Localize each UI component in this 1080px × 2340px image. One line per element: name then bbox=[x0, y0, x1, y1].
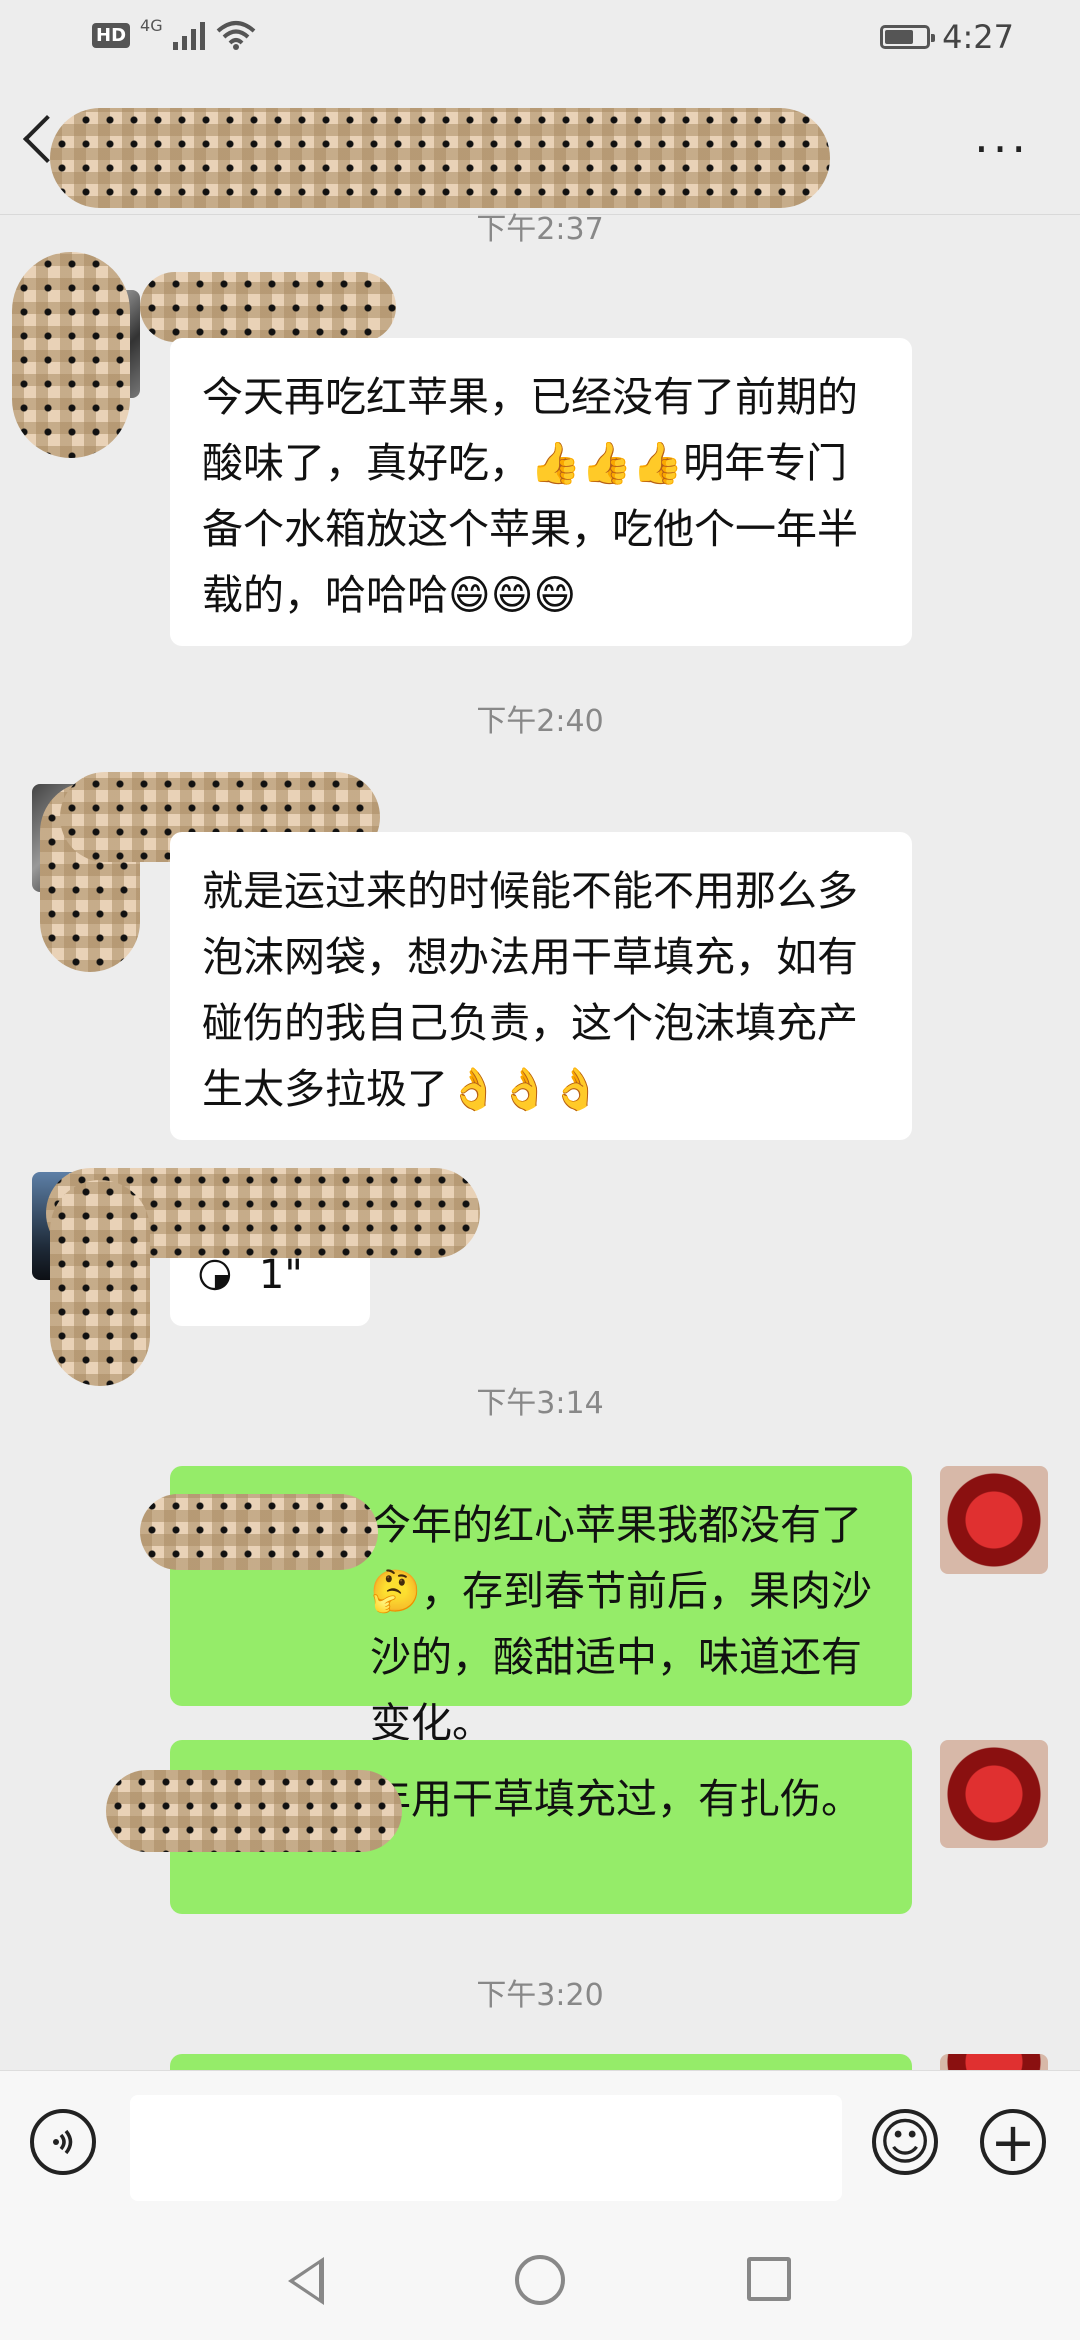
redacted-chat-title bbox=[50, 108, 830, 208]
status-time: 4:27 bbox=[942, 18, 1014, 56]
timestamp: 下午2:40 bbox=[476, 704, 604, 739]
redacted-mention bbox=[106, 1770, 402, 1852]
redacted-mention bbox=[140, 1494, 378, 1570]
redacted-sender-name bbox=[140, 272, 396, 342]
message-text: 就是运过来的时候能不能不用那么多泡沫网袋，想办法用干草填充，如有碰伤的我自己负责… bbox=[202, 867, 858, 1113]
message-bubble[interactable]: 今天再吃红苹果，已经没有了前期的酸味了，真好吃，👍👍👍明年专门备个水箱放这个苹果… bbox=[170, 338, 912, 646]
message-bubble[interactable]: 就是运过来的时候能不能不用那么多泡沫网袋，想办法用干草填充，如有碰伤的我自己负责… bbox=[170, 832, 912, 1140]
my-avatar[interactable] bbox=[940, 1740, 1048, 1848]
add-button[interactable]: + bbox=[980, 2109, 1046, 2175]
timestamp: 下午2:37 bbox=[476, 212, 604, 247]
system-nav-bar bbox=[0, 2215, 1080, 2340]
chat-header: ··· bbox=[0, 84, 1080, 215]
nav-home-icon[interactable] bbox=[515, 2255, 565, 2305]
voice-wave-icon: ◔ bbox=[194, 1257, 241, 1293]
more-options-icon[interactable]: ··· bbox=[974, 126, 1030, 172]
network-type: 4G bbox=[140, 15, 163, 35]
emoji-button[interactable]: ☺ bbox=[872, 2109, 938, 2175]
message-text: 年用干草填充过，有扎伤。 bbox=[370, 1775, 862, 1823]
message-input[interactable] bbox=[130, 2095, 842, 2201]
battery-icon bbox=[880, 25, 936, 49]
redacted-avatar bbox=[12, 252, 130, 458]
nav-recent-apps-icon[interactable] bbox=[747, 2257, 791, 2301]
wifi-icon bbox=[216, 21, 255, 50]
signal-icon bbox=[172, 20, 205, 50]
message-text: 今天再吃红苹果，已经没有了前期的酸味了，真好吃，👍👍👍明年专门备个水箱放这个苹果… bbox=[202, 373, 858, 619]
status-bar: HD 4G 4:27 bbox=[0, 0, 1080, 84]
timestamp: 下午3:14 bbox=[476, 1386, 604, 1421]
my-avatar[interactable] bbox=[940, 2054, 1048, 2070]
message-text: 今年的红心苹果我都没有了🤔，存到春节前后，果肉沙沙的，酸甜适中，味道还有变化。 bbox=[370, 1501, 873, 1747]
hd-badge: HD bbox=[92, 22, 131, 48]
voice-input-button[interactable] bbox=[30, 2109, 96, 2175]
status-right: 4:27 bbox=[880, 18, 1014, 56]
input-bar: ☺ + bbox=[0, 2070, 1080, 2216]
timestamp: 下午3:20 bbox=[476, 1978, 604, 2013]
status-left: HD 4G bbox=[92, 16, 257, 50]
redacted-avatar bbox=[50, 1180, 150, 1386]
my-avatar[interactable] bbox=[940, 1466, 1048, 1574]
nav-back-icon[interactable] bbox=[288, 2257, 324, 2305]
voice-input-icon bbox=[53, 2129, 73, 2155]
